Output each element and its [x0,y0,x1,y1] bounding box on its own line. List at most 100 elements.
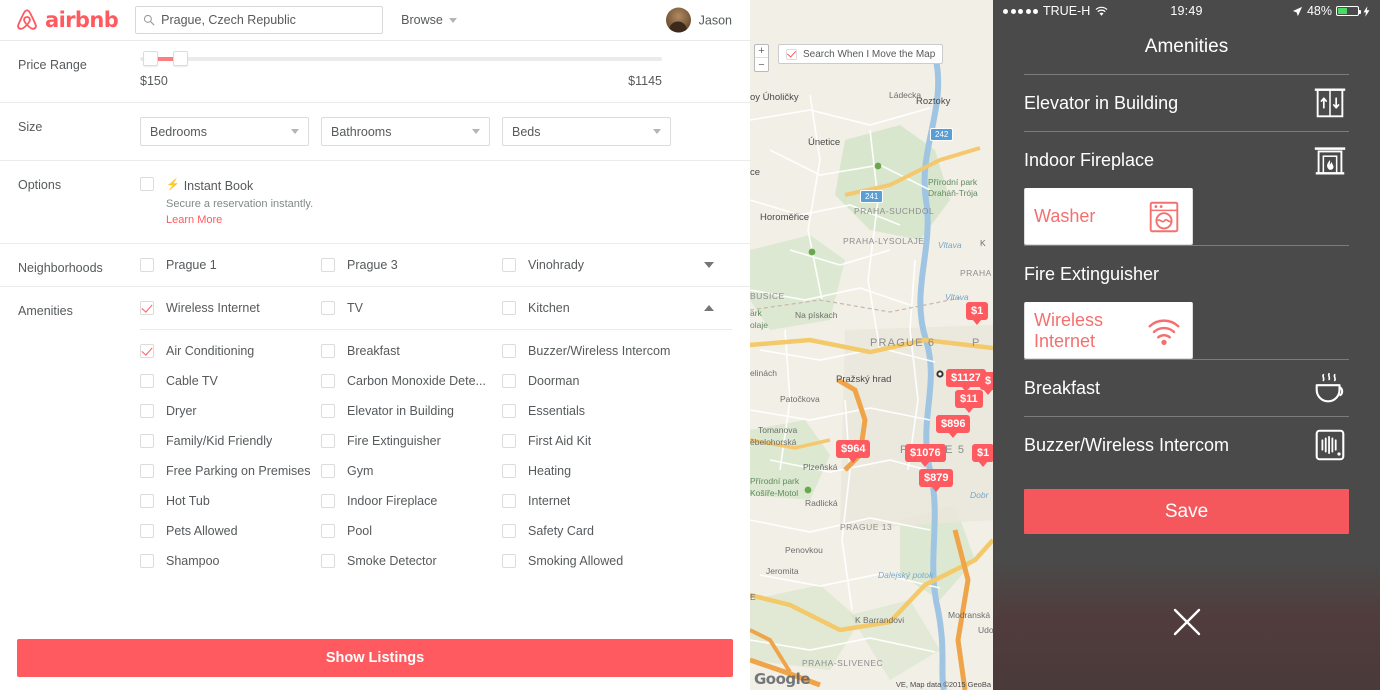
amenity-option[interactable]: Cable TV [140,374,321,388]
bathrooms-select[interactable]: Bathrooms [321,117,490,146]
amenity-checkbox[interactable] [140,494,154,508]
amenity-option[interactable]: Air Conditioning [140,344,321,358]
amenity-checkbox[interactable] [502,494,516,508]
amenity-checkbox[interactable] [140,464,154,478]
amenity-checkbox[interactable] [502,344,516,358]
price-range-handle-min[interactable] [143,51,158,66]
amenity-option[interactable]: Safety Card [502,524,683,538]
amenity-checkbox[interactable] [321,434,335,448]
map-price-pin[interactable]: $11 [955,390,983,408]
map-price-pin[interactable]: $964 [836,440,870,458]
amenity-option[interactable]: Heating [502,464,683,478]
neighborhood-checkbox[interactable] [321,258,335,272]
beds-select[interactable]: Beds [502,117,671,146]
amenity-checkbox[interactable] [321,374,335,388]
neighborhood-option[interactable]: Prague 1 [140,258,321,272]
amenity-option[interactable]: Dryer [140,404,321,418]
amenity-option[interactable]: Pets Allowed [140,524,321,538]
price-range-slider[interactable] [140,57,662,61]
amenity-option[interactable]: Family/Kid Friendly [140,434,321,448]
amenity-option[interactable]: Doorman [502,374,683,388]
price-range-handle-max[interactable] [173,51,188,66]
mobile-amenity-row-indoor-fireplace[interactable]: Indoor Fireplace [1024,131,1349,188]
amenity-option[interactable]: Elevator in Building [321,404,502,418]
instant-book-checkbox[interactable] [140,177,154,191]
amenity-option[interactable]: Carbon Monoxide Dete... [321,374,502,388]
neighborhood-checkbox[interactable] [502,258,516,272]
browse-menu[interactable]: Browse [401,13,457,27]
show-listings-button[interactable]: Show Listings [17,639,733,677]
map-price-pin[interactable]: $1 [972,444,993,462]
amenity-checkbox[interactable] [321,344,335,358]
map-pane[interactable]: + − Search When I Move the Map Roztokyoy… [750,0,993,690]
amenity-option[interactable]: Smoking Allowed [502,554,683,568]
amenity-option[interactable]: Breakfast [321,344,502,358]
airbnb-logo[interactable]: airbnb [14,7,118,33]
amenity-label: Smoking Allowed [528,554,623,568]
neighborhoods-expand-toggle[interactable] [704,262,714,268]
neighborhood-option[interactable]: Prague 3 [321,258,502,272]
map-zoom-controls[interactable]: + − [754,44,769,72]
amenity-option[interactable]: Hot Tub [140,494,321,508]
map-price-pin[interactable]: $1 [966,302,988,320]
bedrooms-select[interactable]: Bedrooms [140,117,309,146]
amenity-checkbox[interactable] [140,404,154,418]
mobile-amenity-row-breakfast[interactable]: Breakfast [1024,359,1349,416]
amenity-checkbox[interactable] [140,344,154,358]
amenity-checkbox[interactable] [321,464,335,478]
amenity-checkbox[interactable] [502,434,516,448]
amenity-option[interactable]: Pool [321,524,502,538]
learn-more-link[interactable]: Learn More [166,214,222,226]
amenity-checkbox[interactable] [140,524,154,538]
amenity-checkbox[interactable] [321,524,335,538]
amenity-checkbox[interactable] [140,434,154,448]
amenity-option[interactable]: Shampoo [140,554,321,568]
amenity-checkbox[interactable] [502,404,516,418]
amenity-checkbox[interactable] [502,374,516,388]
amenity-option[interactable]: Indoor Fireplace [321,494,502,508]
amenity-option[interactable]: Essentials [502,404,683,418]
instant-book-option[interactable]: ⚡ Instant Book Secure a reservation inst… [140,175,732,229]
search-when-i-move-map-toggle[interactable]: Search When I Move the Map [778,44,943,64]
save-button[interactable]: Save [1024,489,1349,534]
amenity-checkbox[interactable] [140,554,154,568]
search-when-move-checkbox[interactable] [786,49,797,60]
neighborhood-option[interactable]: Vinohrady [502,258,683,272]
amenity-option[interactable]: Kitchen [502,301,683,315]
mobile-amenity-row-washer[interactable]: Washer [1024,188,1193,245]
amenity-option[interactable]: Wireless Internet [140,301,321,315]
amenity-option[interactable]: TV [321,301,502,315]
amenity-option[interactable]: First Aid Kit [502,434,683,448]
amenity-option[interactable]: Buzzer/Wireless Intercom [502,344,683,358]
amenity-option[interactable]: Free Parking on Premises [140,464,321,478]
amenities-collapse-toggle[interactable] [704,305,714,311]
user-menu[interactable]: Jason [666,8,732,33]
amenity-checkbox[interactable] [502,464,516,478]
close-icon[interactable] [1170,605,1204,639]
map-price-pin[interactable]: $879 [919,469,953,487]
amenity-checkbox[interactable] [140,301,154,315]
neighborhood-checkbox[interactable] [140,258,154,272]
amenity-checkbox[interactable] [321,404,335,418]
amenity-checkbox[interactable] [321,301,335,315]
amenity-checkbox[interactable] [502,301,516,315]
amenity-option[interactable]: Internet [502,494,683,508]
map-price-pin[interactable]: $1076 [905,444,946,462]
amenity-option[interactable]: Smoke Detector [321,554,502,568]
amenity-checkbox[interactable] [140,374,154,388]
amenity-option[interactable]: Gym [321,464,502,478]
map-zoom-in-button[interactable]: + [755,45,768,58]
mobile-amenity-row-wireless-internet[interactable]: Wireless Internet [1024,302,1193,359]
map-zoom-out-button[interactable]: − [755,58,768,71]
amenity-checkbox[interactable] [502,554,516,568]
map-price-pin[interactable]: $896 [936,415,970,433]
mobile-amenity-row-fire-extinguisher[interactable]: Fire Extinguisher [1024,245,1349,302]
amenity-checkbox[interactable] [321,554,335,568]
mobile-amenity-row-elevator[interactable]: Elevator in Building [1024,74,1349,131]
search-input[interactable]: Prague, Czech Republic [135,6,383,34]
amenity-option[interactable]: Fire Extinguisher [321,434,502,448]
amenity-checkbox[interactable] [321,494,335,508]
mobile-amenity-row-buzzer-intercom[interactable]: Buzzer/Wireless Intercom [1024,416,1349,473]
amenity-checkbox[interactable] [502,524,516,538]
map-price-pin[interactable]: $ [980,372,993,390]
